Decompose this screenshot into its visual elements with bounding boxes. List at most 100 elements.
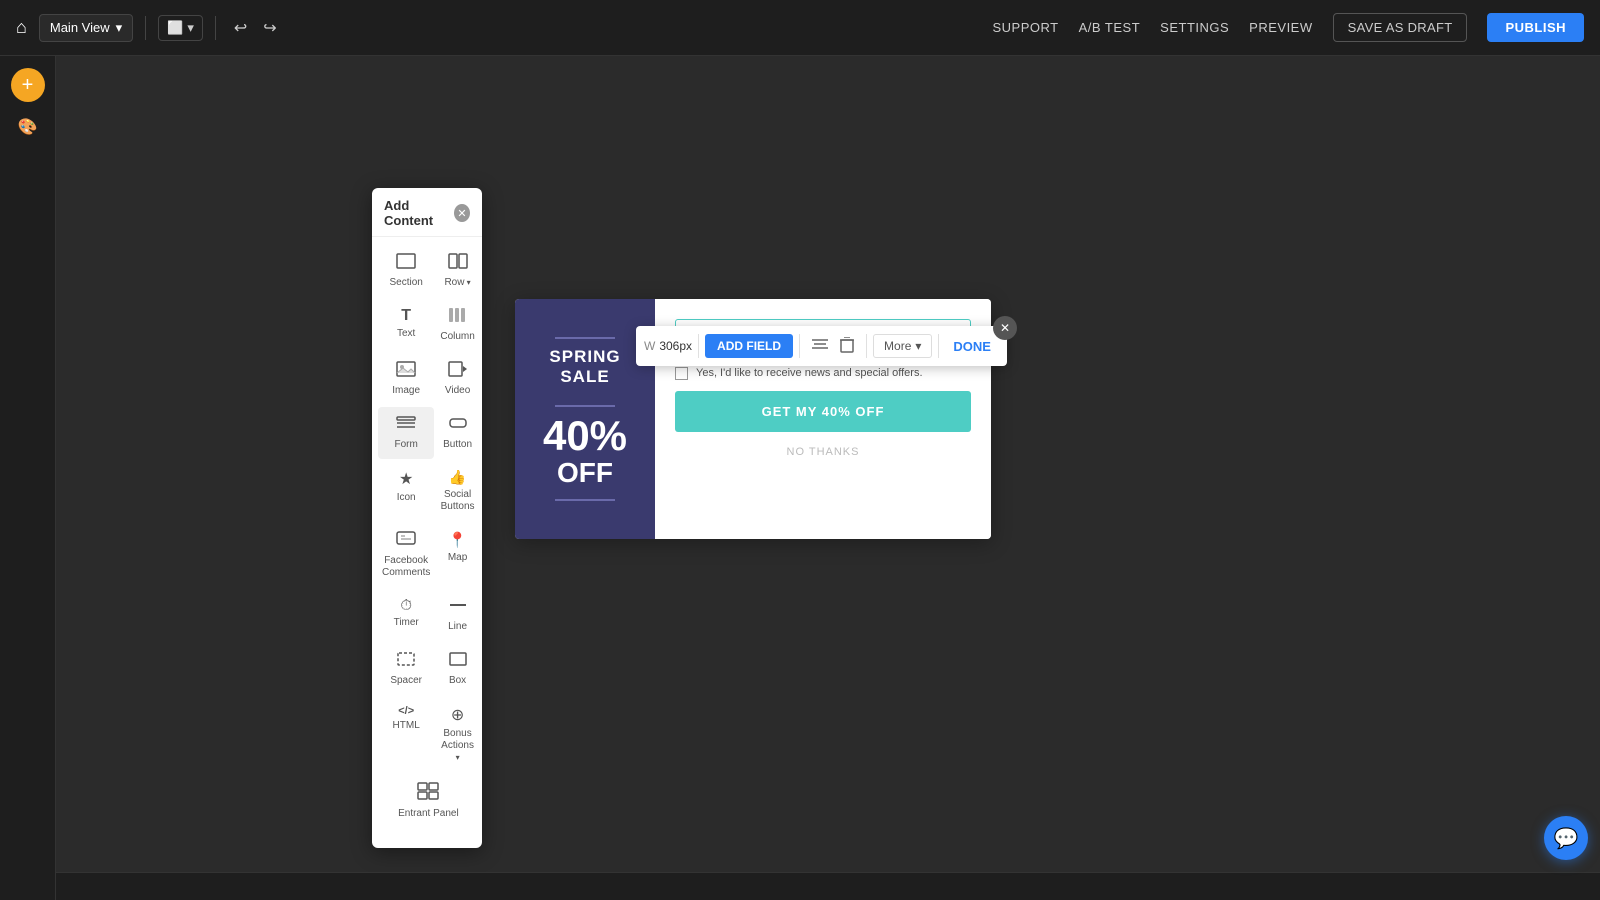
panel-item-column[interactable]: Column [436, 299, 478, 351]
panel-item-entrant[interactable]: Entrant Panel [378, 774, 479, 828]
no-thanks-link[interactable]: NO THANKS [675, 442, 971, 462]
checkbox-label: Yes, I'd like to receive news and specia… [696, 366, 923, 381]
panel-item-social[interactable]: 👍 Social Buttons [436, 461, 478, 521]
ab-test-link[interactable]: A/B TEST [1079, 20, 1141, 35]
row-icon [448, 253, 468, 274]
spacer-icon [396, 651, 416, 672]
panel-item-row[interactable]: Row [436, 245, 478, 297]
topbar-right: SUPPORT A/B TEST SETTINGS PREVIEW SAVE A… [992, 13, 1584, 42]
field-toolbar: ✕ W 306px ADD FIELD More ▾ DONE [636, 326, 1007, 366]
more-button[interactable]: More ▾ [873, 334, 932, 358]
topbar-divider2 [215, 16, 216, 40]
settings-link[interactable]: SETTINGS [1160, 20, 1229, 35]
section-label: Section [389, 277, 422, 289]
panel-grid: Section Row T Text Column [372, 237, 482, 836]
panel-item-box[interactable]: Box [436, 643, 478, 695]
checkbox-row: Yes, I'd like to receive news and specia… [675, 366, 971, 381]
panel-item-facebook[interactable]: Facebook Comments [378, 523, 434, 587]
canvas-area: Add Content ✕ Section Row T Text [56, 56, 1600, 872]
panel-item-text[interactable]: T Text [378, 299, 434, 351]
preview-link[interactable]: PREVIEW [1249, 20, 1312, 35]
sidebar-add-button[interactable]: + [11, 68, 45, 102]
toolbar-separator3 [866, 334, 867, 358]
bottom-divider [555, 499, 615, 501]
toolbar-separator4 [938, 334, 939, 358]
entrant-icon [417, 782, 439, 805]
panel-item-html[interactable]: </> HTML [378, 697, 434, 772]
panel-header: Add Content ✕ [372, 188, 482, 237]
delete-icon-button[interactable] [834, 333, 860, 360]
device-arrow-icon: ▾ [187, 20, 194, 36]
spacer-label: Spacer [390, 675, 422, 687]
html-icon: </> [398, 705, 414, 717]
view-label: Main View [50, 20, 110, 35]
toolbar-close-button[interactable]: ✕ [993, 316, 1017, 340]
panel-item-bonus[interactable]: ⊕ Bonus Actions [436, 697, 478, 772]
panel-item-button[interactable]: Button [436, 407, 478, 459]
column-icon [448, 307, 468, 328]
home-icon[interactable]: ⌂ [16, 17, 27, 38]
publish-button[interactable]: PUBLISH [1487, 13, 1584, 42]
support-link[interactable]: SUPPORT [992, 20, 1058, 35]
text-icon: T [401, 307, 411, 325]
left-sidebar: + 🎨 [0, 56, 56, 900]
social-label: Social Buttons [440, 489, 474, 513]
section-icon [396, 253, 416, 274]
add-content-panel: Add Content ✕ Section Row T Text [372, 188, 482, 848]
facebook-icon [396, 531, 416, 552]
box-label: Box [449, 675, 466, 687]
bonus-label: Bonus Actions [440, 728, 474, 764]
topbar: ⌂ Main View ▾ ⬜ ▾ ↩ ↪ SUPPORT A/B TEST S… [0, 0, 1600, 56]
entrant-label: Entrant Panel [398, 808, 459, 820]
line-label: Line [448, 621, 467, 633]
sidebar-palette-button[interactable]: 🎨 [11, 110, 45, 144]
plus-icon: + [22, 74, 34, 97]
chat-icon: 💬 [1554, 826, 1579, 851]
panel-close-button[interactable]: ✕ [454, 204, 470, 222]
desktop-device-button[interactable]: ⬜ ▾ [158, 15, 203, 41]
form-label: Form [395, 439, 418, 451]
panel-item-icon[interactable]: ★ Icon [378, 461, 434, 521]
redo-button[interactable]: ↪ [257, 14, 282, 42]
video-label: Video [445, 385, 470, 397]
panel-item-video[interactable]: Video [436, 353, 478, 405]
panel-item-form[interactable]: Form [378, 407, 434, 459]
timer-label: Timer [394, 617, 419, 629]
form-icon [396, 415, 416, 436]
panel-item-section[interactable]: Section [378, 245, 434, 297]
icon-icon: ★ [399, 469, 413, 489]
panel-item-image[interactable]: Image [378, 353, 434, 405]
add-field-button[interactable]: ADD FIELD [705, 334, 793, 358]
toolbar-separator1 [698, 334, 699, 358]
consent-checkbox[interactable] [675, 367, 688, 380]
icon-label: Icon [397, 492, 416, 504]
more-label: More [884, 339, 911, 353]
facebook-label: Facebook Comments [382, 555, 430, 579]
button-label: Button [443, 439, 472, 451]
panel-item-spacer[interactable]: Spacer [378, 643, 434, 695]
button-icon [448, 415, 468, 436]
spring-sale-text: SPRING SALE [531, 347, 639, 387]
map-label: Map [448, 552, 467, 564]
view-arrow-icon: ▾ [116, 20, 123, 36]
panel-item-timer[interactable]: ⏱ Timer [378, 589, 434, 641]
bottom-bar [0, 872, 1600, 900]
align-icon-button[interactable] [806, 334, 834, 359]
off-text: OFF [557, 457, 613, 489]
social-icon: 👍 [449, 469, 466, 486]
panel-item-line[interactable]: Line [436, 589, 478, 641]
image-icon [396, 361, 416, 382]
toolbar-separator2 [799, 334, 800, 358]
undo-button[interactable]: ↩ [228, 14, 253, 42]
panel-item-map[interactable]: 📍 Map [436, 523, 478, 587]
done-button[interactable]: DONE [945, 335, 999, 358]
save-draft-button[interactable]: SAVE AS DRAFT [1333, 13, 1468, 42]
chat-widget[interactable]: 💬 [1544, 816, 1588, 860]
cta-button[interactable]: GET MY 40% OFF [675, 391, 971, 432]
undo-redo-group: ↩ ↪ [228, 14, 283, 42]
top-divider [555, 337, 615, 339]
view-selector[interactable]: Main View ▾ [39, 14, 133, 42]
image-label: Image [392, 385, 420, 397]
topbar-divider [145, 16, 146, 40]
video-icon [448, 361, 468, 382]
